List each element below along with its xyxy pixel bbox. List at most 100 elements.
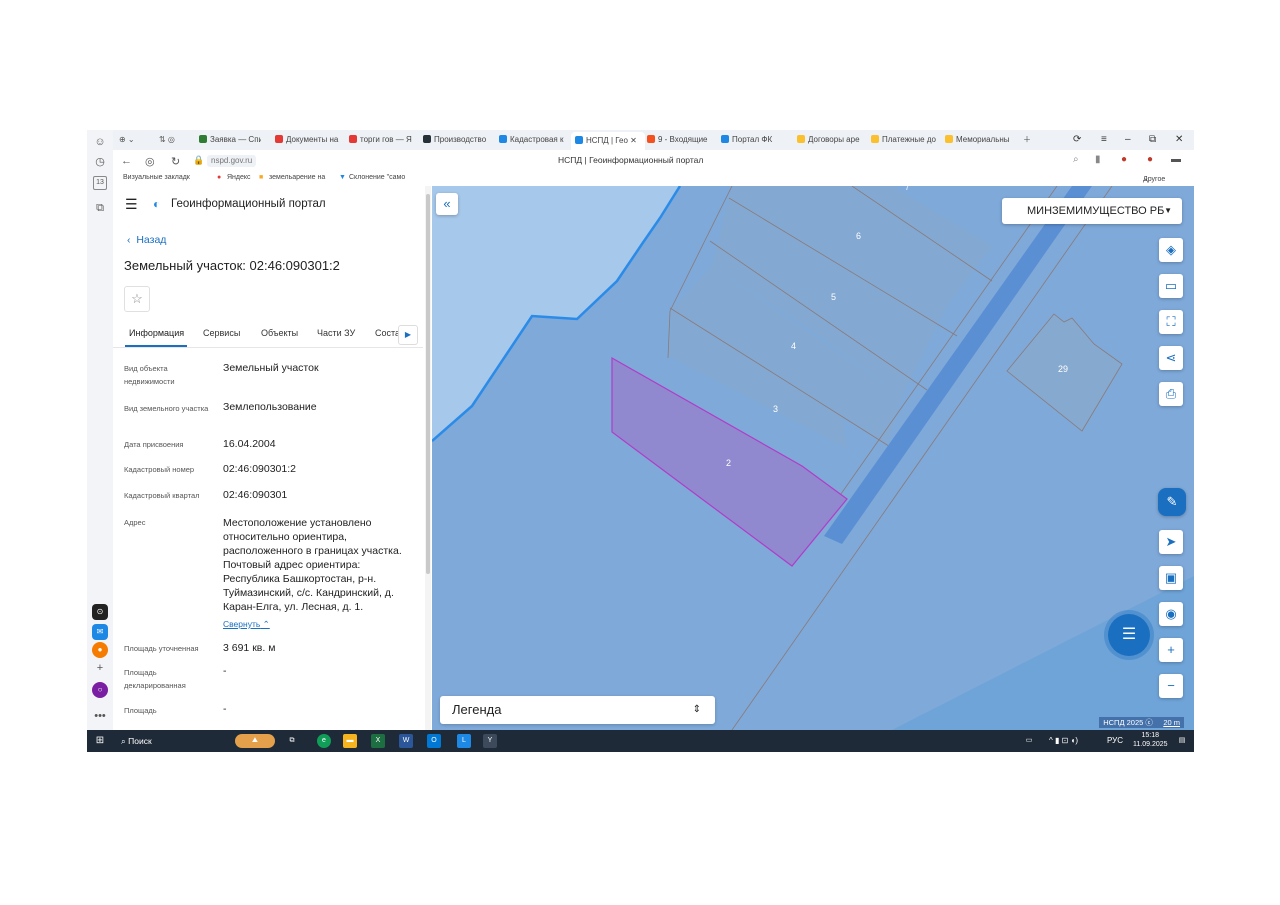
notifications-icon[interactable]: ≡ <box>1101 134 1107 145</box>
alice-assistant-icon[interactable]: ○ <box>92 682 108 698</box>
extension-icon[interactable]: ● <box>1121 154 1127 165</box>
layers-icon[interactable]: ◈ <box>1159 238 1183 262</box>
back-link[interactable]: ‹ Назад <box>127 234 166 246</box>
zoom-in-icon[interactable]: + <box>1159 638 1183 662</box>
tab-item[interactable]: Заявка — Спи <box>199 134 261 146</box>
url-field[interactable]: nspd.gov.ru <box>207 155 257 167</box>
select-area-icon[interactable]: ⛶ <box>1159 310 1183 334</box>
screenshot-icon[interactable]: ⧉ <box>92 200 108 216</box>
clock[interactable]: 15:18 11.09.2025 <box>1133 731 1168 749</box>
calendar-icon[interactable]: 13 <box>93 176 107 190</box>
parcel-label: 6 <box>856 231 861 241</box>
tab-manager-icon[interactable]: ⟳ <box>1073 134 1081 145</box>
share-icon[interactable]: ⋖ <box>1159 346 1183 370</box>
windows-start-icon[interactable]: ⊞ <box>93 734 107 748</box>
zoom-out-icon[interactable]: − <box>1159 674 1183 698</box>
new-tab-button[interactable]: ＋ <box>1023 134 1031 146</box>
bookmark-icon[interactable]: ▮ <box>1095 154 1101 165</box>
add-icon[interactable]: + <box>92 660 108 676</box>
map-view[interactable]: 7 6 5 4 3 2 29 « МИНЗЕМИМУЩЕСТВО РБ ▼ ◈ ▭… <box>432 186 1194 730</box>
downloads-shield-icon[interactable]: ▬ <box>1171 154 1181 165</box>
back-arrow-icon[interactable]: ← <box>121 155 132 167</box>
restore-icon[interactable]: ⧉ <box>1149 134 1156 145</box>
address-bar: ← ◎ ↻ 🔒 nspd.gov.ru НСПД | Геоинформацио… <box>113 150 1194 172</box>
favorite-star-icon[interactable]: ☆ <box>124 286 150 312</box>
bookmark-item[interactable]: Яндекс <box>227 174 251 181</box>
region-select[interactable]: МИНЗЕМИМУЩЕСТВО РБ ▼ <box>1002 198 1182 224</box>
tab-item[interactable]: Документы на <box>275 134 343 146</box>
tab-item[interactable]: Портал ФК <box>721 134 787 146</box>
tab-counter[interactable]: ⊕ ⌄ <box>119 134 135 146</box>
more-icon[interactable]: ••• <box>92 708 108 724</box>
other-bookmarks[interactable]: Другое ⌄ <box>1143 174 1165 183</box>
pinned-tabs-icon[interactable]: ⇅ ◎ <box>159 134 175 146</box>
tab-services[interactable]: Сервисы <box>203 328 240 338</box>
language-indicator[interactable]: РУС <box>1107 736 1123 745</box>
panel-scrollbar[interactable] <box>425 186 431 730</box>
field-value[interactable]: 02:46:090301 <box>223 488 423 502</box>
tab-parts[interactable]: Части ЗУ <box>317 328 355 338</box>
bookmark-item[interactable]: Визуальные закладк <box>123 174 190 181</box>
object-info-panel: ☰ ◐ Геоинформационный портал ‹ Назад Зем… <box>113 186 432 730</box>
field-value[interactable]: 02:46:090301:2 <box>223 462 423 476</box>
extension-icon[interactable]: ● <box>1147 154 1153 165</box>
print-icon[interactable]: ⎙ <box>1159 382 1183 406</box>
field-label: Площадь <box>124 706 157 715</box>
zoom-icon[interactable]: ⌕ <box>1073 154 1079 165</box>
task-view-icon[interactable]: ⧉ <box>285 734 299 748</box>
tab-item[interactable]: Мемориальны <box>945 134 1011 146</box>
keyboard-icon[interactable]: ▭ <box>1022 734 1036 748</box>
minimap-icon[interactable]: ▣ <box>1159 566 1183 590</box>
browser-sidebar: ☺ ◷ 13 ⧉ ⊙ ✉ ● + ○ ••• <box>87 130 114 730</box>
tab-item[interactable]: Договоры аре <box>797 134 865 146</box>
bookmark-item[interactable]: Склонение "само <box>349 174 405 181</box>
mail-app-icon[interactable]: ✉ <box>92 624 108 640</box>
bookmarks-bar: Визуальные закладк ● Яндекс ■ земельарен… <box>113 172 1194 187</box>
edge-icon[interactable]: e <box>317 734 331 748</box>
tab-item[interactable]: Платежные до <box>871 134 939 146</box>
yandex-browser-icon[interactable]: Y <box>483 734 497 748</box>
collapse-panel-button[interactable]: « <box>436 193 458 215</box>
collapse-link[interactable]: Свернуть ⌃ <box>223 617 423 631</box>
outlook-icon[interactable]: O <box>427 734 441 748</box>
tab-composition[interactable]: Соста <box>375 328 400 338</box>
alice-icon[interactable]: ☺ <box>92 134 108 150</box>
taskbar-search[interactable]: ⌕ Поиск <box>121 736 152 747</box>
reload-icon[interactable]: ↻ <box>171 155 180 168</box>
scrollbar-thumb[interactable] <box>426 194 430 574</box>
field-value: - <box>223 665 227 677</box>
app-icon[interactable]: ⊙ <box>92 604 108 620</box>
history-icon[interactable]: ◷ <box>92 154 108 170</box>
map-canvas[interactable]: 7 6 5 4 3 2 29 <box>432 186 1194 730</box>
menu-icon[interactable]: ☰ <box>125 196 138 213</box>
chat-icon[interactable]: ☰ <box>1108 614 1150 656</box>
word-icon[interactable]: W <box>399 734 413 748</box>
tab-item[interactable]: Кадастровая к <box>499 134 567 146</box>
minimize-icon[interactable]: – <box>1125 134 1131 145</box>
protect-icon[interactable]: ◎ <box>145 155 155 168</box>
legend-select[interactable]: Легенда ⇕ <box>440 696 715 724</box>
field-value: 3 691 кв. м <box>223 642 276 654</box>
notification-center-icon[interactable]: ▤ <box>1175 734 1189 748</box>
taskbar-widget-icon[interactable]: ⛰ <box>235 734 275 748</box>
navigate-icon[interactable]: ➤ <box>1159 530 1183 554</box>
tab-active[interactable]: НСПД | Гео ✕ <box>571 132 645 150</box>
panel-tabs: Информация Сервисы Объекты Части ЗУ Сост… <box>113 325 432 348</box>
file-explorer-icon[interactable]: ▬ <box>343 734 357 748</box>
bookmark-item[interactable]: земельарение на <box>269 174 325 181</box>
draw-tool-icon[interactable]: ✎ <box>1158 488 1186 516</box>
windows-taskbar: ⊞ ⌕ Поиск ⛰ ⧉ e ▬ X W O L Y ▭ ^ ▮ ⊡ ◖) Р… <box>87 730 1194 752</box>
tab-objects[interactable]: Объекты <box>261 328 298 338</box>
ruler-icon[interactable]: ▭ <box>1159 274 1183 298</box>
close-window-icon[interactable]: ✕ <box>1175 134 1183 145</box>
tab-item[interactable]: торги гов — Я <box>349 134 415 146</box>
tabs-scroll-right-icon[interactable]: ▶ <box>398 325 418 345</box>
tab-item[interactable]: Производство <box>423 134 491 146</box>
geolocation-icon[interactable]: ◉ <box>1159 602 1183 626</box>
tray-icons[interactable]: ^ ▮ ⊡ ◖) <box>1049 736 1078 745</box>
app-icon-orange[interactable]: ● <box>92 642 108 658</box>
excel-icon[interactable]: X <box>371 734 385 748</box>
tab-information[interactable]: Информация <box>129 328 184 338</box>
app-icon[interactable]: L <box>457 734 471 748</box>
tab-item[interactable]: 9 - Входящие <box>647 134 715 146</box>
